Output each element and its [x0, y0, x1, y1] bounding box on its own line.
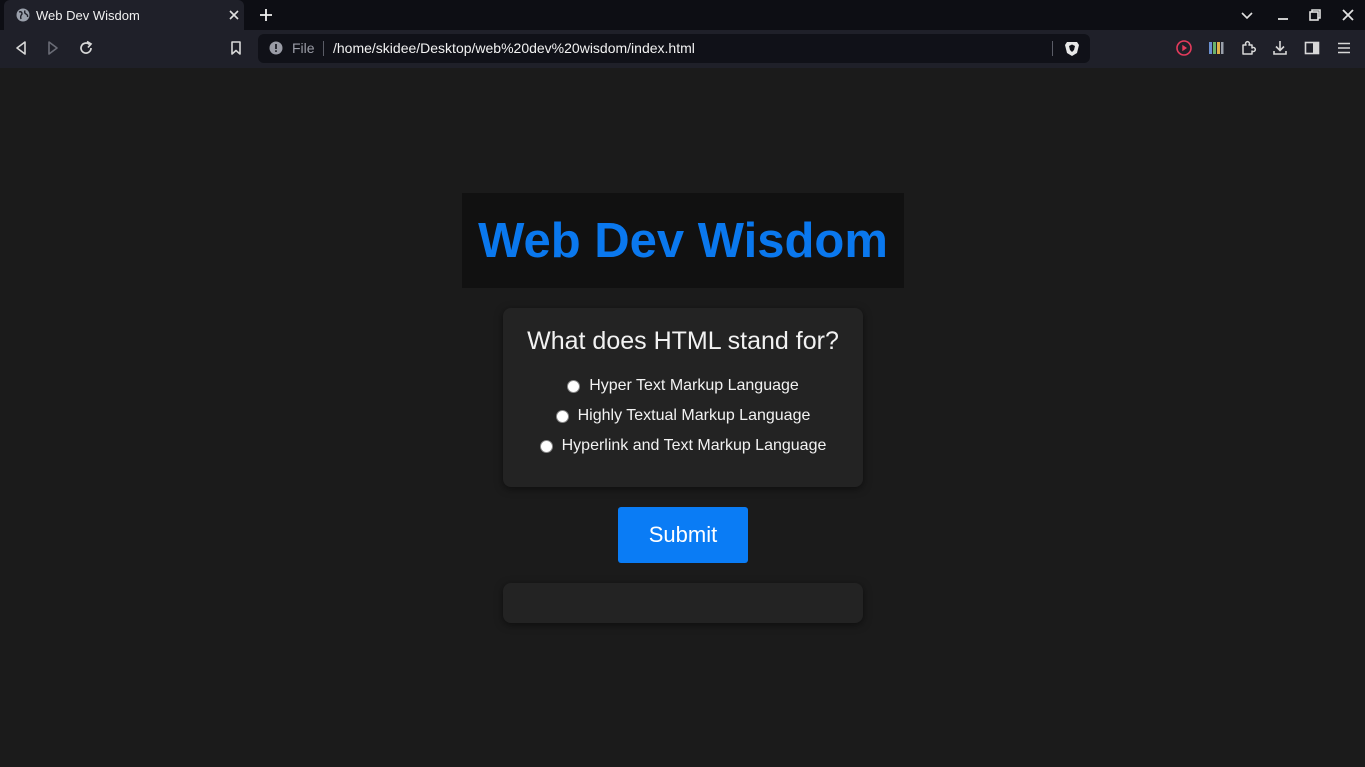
quiz-option-2[interactable]: Highly Textual Markup Language [503, 407, 863, 425]
radio-button[interactable] [539, 439, 553, 453]
quiz-card: What does HTML stand for? Hyper Text Mar… [503, 308, 863, 487]
option-label: Hyper Text Markup Language [589, 377, 799, 394]
bookmark-icon[interactable] [227, 39, 245, 57]
close-window-icon[interactable] [1340, 7, 1356, 23]
download-icon[interactable] [1271, 39, 1289, 57]
browser-toolbar: File /home/skidee/Desktop/web%20dev%20wi… [0, 30, 1365, 68]
result-panel [503, 583, 863, 623]
submit-button[interactable]: Submit [618, 507, 748, 563]
url-text[interactable]: /home/skidee/Desktop/web%20dev%20wisdom/… [333, 40, 695, 56]
radio-button[interactable] [555, 409, 569, 423]
tab-strip: Web Dev Wisdom [0, 0, 1365, 30]
minimize-icon[interactable] [1275, 7, 1291, 23]
radio-button[interactable] [567, 379, 581, 393]
maximize-icon[interactable] [1307, 7, 1323, 23]
page-title: Web Dev Wisdom [478, 214, 888, 268]
quiz-question: What does HTML stand for? [527, 327, 839, 355]
option-label: Hyperlink and Text Markup Language [561, 437, 827, 454]
new-tab-icon[interactable] [257, 6, 275, 24]
brave-shield-icon[interactable] [1064, 40, 1080, 57]
media-play-icon[interactable] [1175, 39, 1193, 57]
quiz-option-3[interactable]: Hyperlink and Text Markup Language [503, 437, 863, 455]
forward-icon[interactable] [44, 39, 62, 57]
option-label: Highly Textual Markup Language [577, 407, 811, 424]
tab-web-dev-wisdom[interactable]: Web Dev Wisdom [4, 0, 244, 30]
url-scheme: File [292, 40, 315, 56]
url-divider-right [1052, 41, 1053, 56]
site-header: Web Dev Wisdom [462, 193, 904, 288]
address-bar[interactable]: File /home/skidee/Desktop/web%20dev%20wi… [258, 34, 1090, 63]
quiz-option-1[interactable]: Hyper Text Markup Language [503, 377, 863, 395]
reload-icon[interactable] [77, 39, 95, 57]
menu-hamburger-icon[interactable] [1335, 39, 1353, 57]
globe-icon [16, 8, 30, 22]
tab-title: Web Dev Wisdom [36, 8, 140, 23]
url-divider [323, 41, 324, 56]
sidebar-toggle-icon[interactable] [1303, 39, 1321, 57]
back-icon[interactable] [12, 39, 30, 57]
close-tab-icon[interactable] [226, 7, 242, 23]
extensions-puzzle-icon[interactable] [1239, 39, 1257, 57]
extension-colorbar-icon[interactable] [1207, 39, 1225, 57]
info-icon[interactable] [269, 41, 283, 55]
tab-list-chevron-icon[interactable] [1239, 7, 1255, 23]
